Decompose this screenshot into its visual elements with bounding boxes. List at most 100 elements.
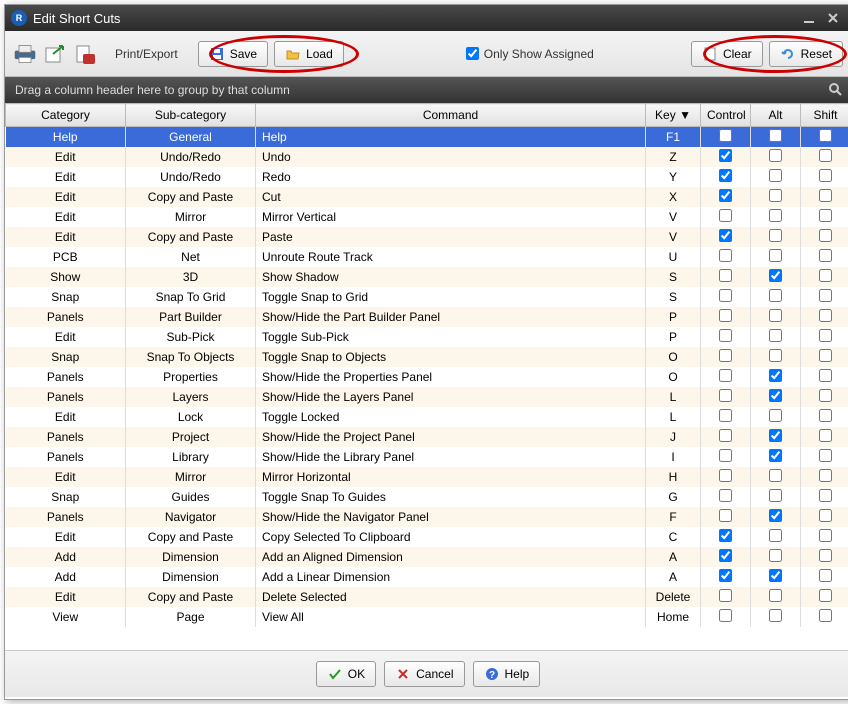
cell-category[interactable]: Edit	[6, 207, 126, 227]
cell-command[interactable]: Cut	[256, 187, 646, 207]
cell-subcategory[interactable]: Sub-Pick	[126, 327, 256, 347]
cell-ctrl[interactable]	[701, 387, 751, 407]
cell-alt[interactable]	[751, 607, 801, 627]
cell-ctrl[interactable]	[701, 487, 751, 507]
cell-subcategory[interactable]: Dimension	[126, 567, 256, 587]
cell-ctrl[interactable]	[701, 607, 751, 627]
cell-shift[interactable]	[801, 287, 848, 307]
cell-key[interactable]: A	[646, 567, 701, 587]
cell-alt[interactable]	[751, 407, 801, 427]
col-header-key[interactable]: Key ▼	[646, 104, 701, 127]
cell-command[interactable]: Show/Hide the Project Panel	[256, 427, 646, 447]
cell-subcategory[interactable]: Snap To Grid	[126, 287, 256, 307]
cell-command[interactable]: Add a Linear Dimension	[256, 567, 646, 587]
table-row[interactable]: EditLockToggle LockedL	[6, 407, 848, 427]
cell-ctrl[interactable]	[701, 407, 751, 427]
cell-category[interactable]: PCB	[6, 247, 126, 267]
search-icon[interactable]	[827, 81, 843, 100]
cell-shift[interactable]	[801, 607, 848, 627]
cell-command[interactable]: Toggle Snap to Grid	[256, 287, 646, 307]
cell-shift[interactable]	[801, 387, 848, 407]
cell-alt[interactable]	[751, 187, 801, 207]
cell-key[interactable]: V	[646, 207, 701, 227]
cell-command[interactable]: Show/Hide the Properties Panel	[256, 367, 646, 387]
cell-ctrl[interactable]	[701, 287, 751, 307]
cell-command[interactable]: Show/Hide the Library Panel	[256, 447, 646, 467]
cell-alt[interactable]	[751, 227, 801, 247]
export-icon[interactable]	[43, 42, 67, 66]
cell-subcategory[interactable]: Copy and Paste	[126, 527, 256, 547]
cell-shift[interactable]	[801, 527, 848, 547]
cell-command[interactable]: Toggle Sub-Pick	[256, 327, 646, 347]
cell-subcategory[interactable]: 3D	[126, 267, 256, 287]
cell-key[interactable]: Home	[646, 607, 701, 627]
cell-alt[interactable]	[751, 347, 801, 367]
cell-ctrl[interactable]	[701, 147, 751, 167]
table-row[interactable]: EditCopy and PasteCutX	[6, 187, 848, 207]
cell-category[interactable]: Show	[6, 267, 126, 287]
cell-ctrl[interactable]	[701, 207, 751, 227]
table-row[interactable]: EditUndo/RedoUndoZ	[6, 147, 848, 167]
cell-command[interactable]: Show/Hide the Layers Panel	[256, 387, 646, 407]
cell-key[interactable]: I	[646, 447, 701, 467]
cell-subcategory[interactable]: Copy and Paste	[126, 587, 256, 607]
cell-alt[interactable]	[751, 507, 801, 527]
cell-ctrl[interactable]	[701, 527, 751, 547]
cell-category[interactable]: Edit	[6, 327, 126, 347]
cell-key[interactable]: U	[646, 247, 701, 267]
col-header-subcategory[interactable]: Sub-category	[126, 104, 256, 127]
cell-ctrl[interactable]	[701, 327, 751, 347]
cell-subcategory[interactable]: Properties	[126, 367, 256, 387]
cell-shift[interactable]	[801, 407, 848, 427]
cell-command[interactable]: Unroute Route Track	[256, 247, 646, 267]
table-row[interactable]: PanelsPropertiesShow/Hide the Properties…	[6, 367, 848, 387]
export-pdf-icon[interactable]	[73, 42, 97, 66]
cell-ctrl[interactable]	[701, 247, 751, 267]
close-button[interactable]	[821, 9, 845, 27]
cell-alt[interactable]	[751, 127, 801, 148]
table-row[interactable]: Show3DShow ShadowS	[6, 267, 848, 287]
cell-key[interactable]: Delete	[646, 587, 701, 607]
cell-alt[interactable]	[751, 147, 801, 167]
cell-key[interactable]: L	[646, 387, 701, 407]
cell-key[interactable]: O	[646, 367, 701, 387]
col-header-command[interactable]: Command	[256, 104, 646, 127]
ok-button[interactable]: OK	[316, 661, 376, 687]
cell-category[interactable]: Snap	[6, 287, 126, 307]
table-row[interactable]: PanelsLibraryShow/Hide the Library Panel…	[6, 447, 848, 467]
cell-command[interactable]: Mirror Horizontal	[256, 467, 646, 487]
table-row[interactable]: EditCopy and PasteDelete SelectedDelete	[6, 587, 848, 607]
cell-command[interactable]: Mirror Vertical	[256, 207, 646, 227]
table-row[interactable]: PanelsPart BuilderShow/Hide the Part Bui…	[6, 307, 848, 327]
table-row[interactable]: EditUndo/RedoRedoY	[6, 167, 848, 187]
cell-key[interactable]: S	[646, 287, 701, 307]
cell-key[interactable]: Z	[646, 147, 701, 167]
table-row[interactable]: ViewPageView AllHome	[6, 607, 848, 627]
cell-alt[interactable]	[751, 267, 801, 287]
cell-category[interactable]: Add	[6, 567, 126, 587]
cell-alt[interactable]	[751, 427, 801, 447]
cell-ctrl[interactable]	[701, 227, 751, 247]
cell-alt[interactable]	[751, 567, 801, 587]
help-button[interactable]: ? Help	[473, 661, 541, 687]
cell-subcategory[interactable]: Copy and Paste	[126, 227, 256, 247]
cell-ctrl[interactable]	[701, 307, 751, 327]
clear-button[interactable]: Clear	[691, 41, 763, 67]
cell-subcategory[interactable]: Undo/Redo	[126, 147, 256, 167]
cell-ctrl[interactable]	[701, 567, 751, 587]
cell-category[interactable]: Panels	[6, 507, 126, 527]
cell-alt[interactable]	[751, 387, 801, 407]
cell-shift[interactable]	[801, 347, 848, 367]
cell-ctrl[interactable]	[701, 347, 751, 367]
table-row[interactable]: AddDimensionAdd an Aligned DimensionA	[6, 547, 848, 567]
cell-shift[interactable]	[801, 127, 848, 148]
cell-command[interactable]: Paste	[256, 227, 646, 247]
cell-subcategory[interactable]: Net	[126, 247, 256, 267]
cell-shift[interactable]	[801, 167, 848, 187]
cell-shift[interactable]	[801, 587, 848, 607]
cell-command[interactable]: Help	[256, 127, 646, 148]
table-row[interactable]: HelpGeneralHelpF1	[6, 127, 848, 148]
cell-alt[interactable]	[751, 287, 801, 307]
cell-subcategory[interactable]: Undo/Redo	[126, 167, 256, 187]
cell-shift[interactable]	[801, 427, 848, 447]
